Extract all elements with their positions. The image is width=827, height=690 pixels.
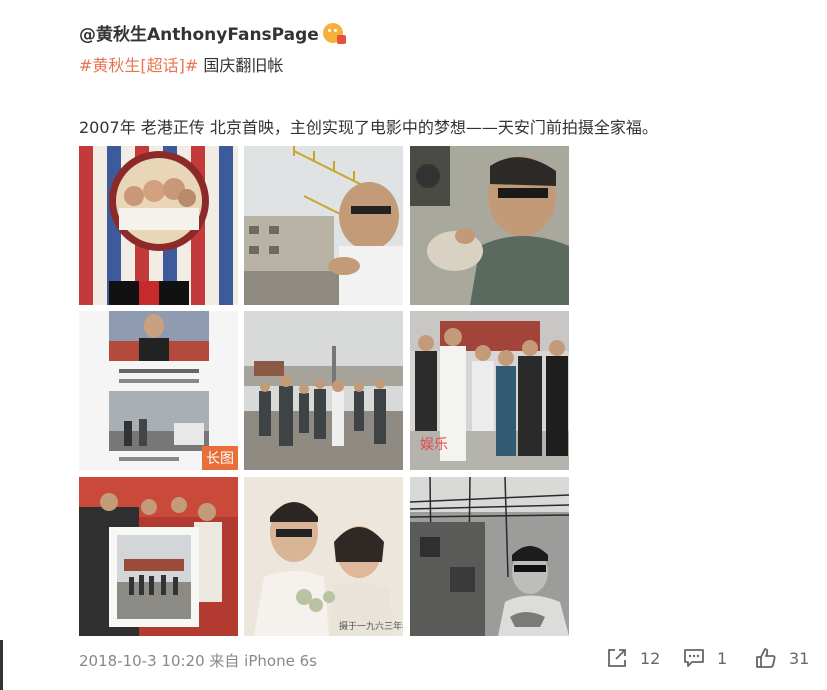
share-count: 12 [640,648,661,668]
cast-group-photo[interactable]: 娱乐 [410,311,569,470]
post-meta: 2018-10-3 10:20 来自 iPhone 6s [79,650,317,671]
comment-count: 1 [717,648,728,668]
like-button[interactable]: 31 [755,647,809,669]
movie-poster-photo[interactable] [79,146,238,305]
comment-icon [684,649,704,667]
vintage-couple-photo[interactable]: 摄于一九六三年春 [244,477,403,636]
rooftop-antennas-photo[interactable] [244,146,403,305]
share-icon [608,649,626,667]
photo-grid: 长图 娱乐 摄于一九六三年 [79,146,569,636]
premiere-framed-photo[interactable] [79,477,238,636]
svg-text:摄于一九六三年春: 摄于一九六三年春 [339,620,403,632]
vip-emoji-badge-icon [322,23,346,44]
share-button[interactable]: 12 [606,647,660,669]
thumbs-up-icon [756,648,776,668]
svg-text:娱乐: 娱乐 [420,437,448,453]
post-timestamp[interactable]: 2018-10-3 10:20 [79,652,205,670]
post-footer: 2018-10-3 10:20 来自 iPhone 6s 12 1 31 [0,640,827,676]
post-source: 来自 iPhone 6s [209,652,317,670]
post-text: 2007年 老港正传 北京首映，主创实现了电影中的梦想——天安门前拍摄全家福。 [79,118,658,137]
tag-line: #黄秋生[超话]# 国庆翻旧帐 [79,52,283,76]
post-author[interactable]: @黄秋生AnthonyFansPage [79,20,346,45]
tag-text: 国庆翻旧帐 [203,56,284,75]
long-image-badge: 长图 [202,446,238,470]
topic-tag-link[interactable]: #黄秋生[超话]# [79,56,198,75]
comment-button[interactable]: 1 [683,647,727,669]
long-image-collage-photo[interactable]: 长图 [79,311,238,470]
man-with-glasses-photo[interactable] [410,146,569,305]
like-count: 31 [789,648,810,668]
weibo-post-card: @黄秋生AnthonyFansPage #黄秋生[超话]# 国庆翻旧帐 2007… [0,0,827,690]
author-name[interactable]: @黄秋生AnthonyFansPage [79,25,319,45]
bw-wires-portrait-photo[interactable] [410,477,569,636]
tiananmen-crowd-photo[interactable] [244,311,403,470]
